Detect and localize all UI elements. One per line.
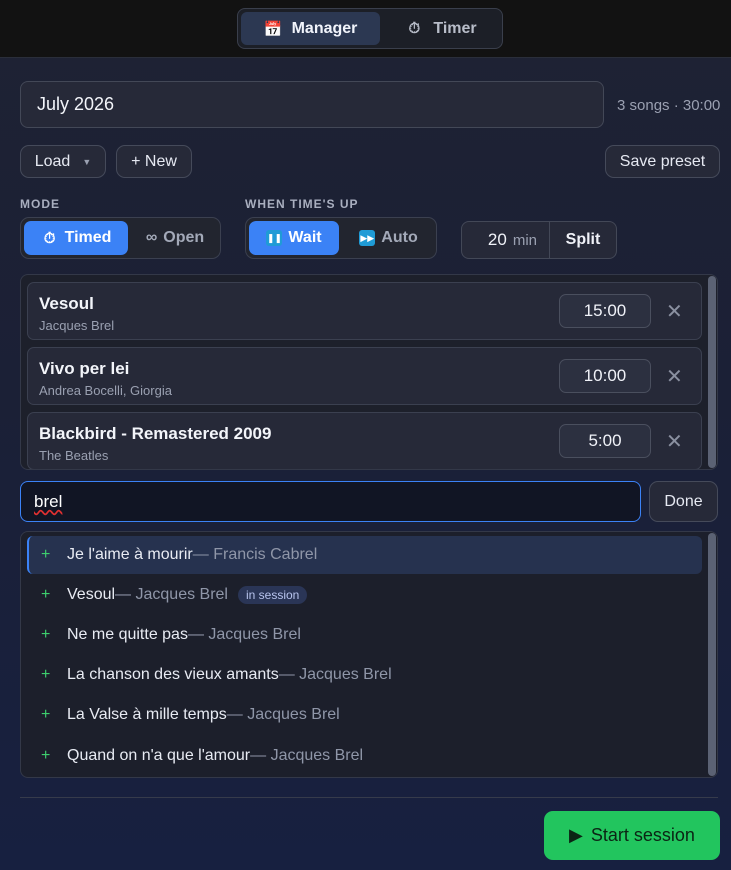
result-artist: — Francis Cabrel <box>192 546 318 563</box>
session-title-input[interactable]: July 2026 <box>20 81 604 128</box>
done-button-label: Done <box>664 492 703 510</box>
song-title: Vesoul <box>39 294 94 313</box>
song-duration-input[interactable]: 5:00 <box>559 424 651 458</box>
session-song-list: Vesoul Jacques Brel 15:00 ✕ Vivo per lei… <box>20 274 718 470</box>
view-tabs: 📅 Manager ⏱ Timer <box>237 8 503 49</box>
search-results-list: + Je l'aime à mourir — Francis Cabrel + … <box>20 531 718 778</box>
new-button-label: + New <box>131 152 177 170</box>
add-icon: + <box>41 706 51 723</box>
split-button-label: Split <box>565 231 601 248</box>
result-title: Je l'aime à mourir <box>67 546 193 563</box>
result-artist: — Jacques Brel <box>115 586 228 603</box>
add-icon: + <box>41 666 51 683</box>
mode-timed-label: Timed <box>64 229 112 246</box>
tab-manager-label: Manager <box>291 19 358 37</box>
tab-manager[interactable]: 📅 Manager <box>241 12 380 45</box>
result-title: Quand on n'a que l'amour <box>67 747 251 764</box>
add-icon: + <box>41 747 51 764</box>
new-button[interactable]: + New <box>116 145 192 178</box>
footer-divider <box>20 797 718 798</box>
tab-timer-label: Timer <box>433 19 477 37</box>
split-minutes-value: 20 <box>487 230 507 249</box>
search-result-item[interactable]: + La chanson des vieux amants — Jacques … <box>27 656 702 694</box>
search-result-item[interactable]: + Vesoul — Jacques Brel in session <box>27 576 702 614</box>
save-preset-button[interactable]: Save preset <box>605 145 720 178</box>
add-icon: + <box>41 586 51 603</box>
infinity-icon: ∞ <box>145 229 158 246</box>
pause-icon: ❚❚ <box>266 230 283 246</box>
result-artist: — Jacques Brel <box>187 626 301 643</box>
search-result-item[interactable]: + Ne me quitte pas — Jacques Brel <box>27 616 702 654</box>
split-minutes-unit: min <box>512 231 537 249</box>
split-control: 20 min Split <box>461 221 617 259</box>
remove-song-icon[interactable]: ✕ <box>666 429 683 454</box>
times-up-wait-option[interactable]: ❚❚ Wait <box>249 221 339 255</box>
done-button[interactable]: Done <box>649 481 718 522</box>
song-list-scrollbar[interactable] <box>708 276 716 468</box>
result-title: Vesoul <box>67 586 116 603</box>
session-title-value: July 2026 <box>37 94 115 114</box>
top-bar: 📅 Manager ⏱ Timer <box>0 0 731 58</box>
song-row: Vesoul Jacques Brel 15:00 ✕ <box>27 282 702 340</box>
song-duration-input[interactable]: 10:00 <box>559 359 651 393</box>
in-session-badge: in session <box>237 586 308 604</box>
song-title: Blackbird - Remastered 2009 <box>39 424 272 443</box>
search-result-item[interactable]: + Je l'aime à mourir — Francis Cabrel <box>27 536 702 574</box>
mode-open-label: Open <box>163 229 205 246</box>
split-minutes-input[interactable]: 20 min <box>462 222 550 258</box>
load-button-label: Load <box>34 152 71 170</box>
result-artist: — Jacques Brel <box>250 747 364 764</box>
song-search-input[interactable]: brel <box>20 481 641 522</box>
times-up-label: WHEN TIME'S UP <box>245 197 359 211</box>
split-button[interactable]: Split <box>550 222 616 258</box>
start-session-label: Start session <box>590 825 695 845</box>
fast-forward-icon: ▶▶ <box>359 230 376 246</box>
song-artist: The Beatles <box>39 448 109 463</box>
search-result-item[interactable]: + Quand on n'a que l'amour — Jacques Bre… <box>27 737 702 775</box>
add-icon: + <box>41 626 51 643</box>
song-duration-input[interactable]: 15:00 <box>559 294 651 328</box>
stopwatch-icon: ⏱ <box>43 229 56 247</box>
session-summary: 3 songs · 30:00 <box>617 97 721 114</box>
song-row: Vivo per lei Andrea Bocelli, Giorgia 10:… <box>27 347 702 405</box>
times-up-auto-option[interactable]: ▶▶ Auto <box>343 221 434 255</box>
mode-segmented-control: ⏱ Timed ∞ Open <box>20 217 221 259</box>
mode-open-option[interactable]: ∞ Open <box>132 221 218 255</box>
mode-label: MODE <box>20 197 60 211</box>
result-title: La Valse à mille temps <box>67 706 227 723</box>
results-scrollbar[interactable] <box>708 533 716 776</box>
result-title: Ne me quitte pas <box>67 626 188 643</box>
song-row: Blackbird - Remastered 2009 The Beatles … <box>27 412 702 469</box>
times-up-wait-label: Wait <box>288 229 322 246</box>
load-button[interactable]: Load ▼ <box>20 145 106 178</box>
stopwatch-icon: ⏱ <box>408 20 421 37</box>
chevron-down-icon: ▼ <box>82 156 92 167</box>
result-title: La chanson des vieux amants <box>67 666 279 683</box>
times-up-auto-label: Auto <box>381 229 418 246</box>
save-preset-label: Save preset <box>619 152 706 170</box>
start-session-button[interactable]: ▶ Start session <box>544 811 720 860</box>
song-title: Vivo per lei <box>39 359 130 378</box>
song-artist: Andrea Bocelli, Giorgia <box>39 383 172 398</box>
search-result-item[interactable]: + La Valse à mille temps — Jacques Brel <box>27 696 702 734</box>
remove-song-icon[interactable]: ✕ <box>666 364 683 389</box>
result-artist: — Jacques Brel <box>278 666 392 683</box>
play-icon: ▶ <box>569 825 583 845</box>
song-search-value: brel <box>34 491 63 511</box>
calendar-icon: 📅 <box>263 20 283 38</box>
remove-song-icon[interactable]: ✕ <box>666 299 683 324</box>
tab-timer[interactable]: ⏱ Timer <box>384 12 498 45</box>
add-icon: + <box>41 546 51 563</box>
mode-timed-option[interactable]: ⏱ Timed <box>24 221 128 255</box>
result-artist: — Jacques Brel <box>226 706 340 723</box>
song-artist: Jacques Brel <box>39 318 115 333</box>
times-up-segmented-control: ❚❚ Wait ▶▶ Auto <box>245 217 437 259</box>
